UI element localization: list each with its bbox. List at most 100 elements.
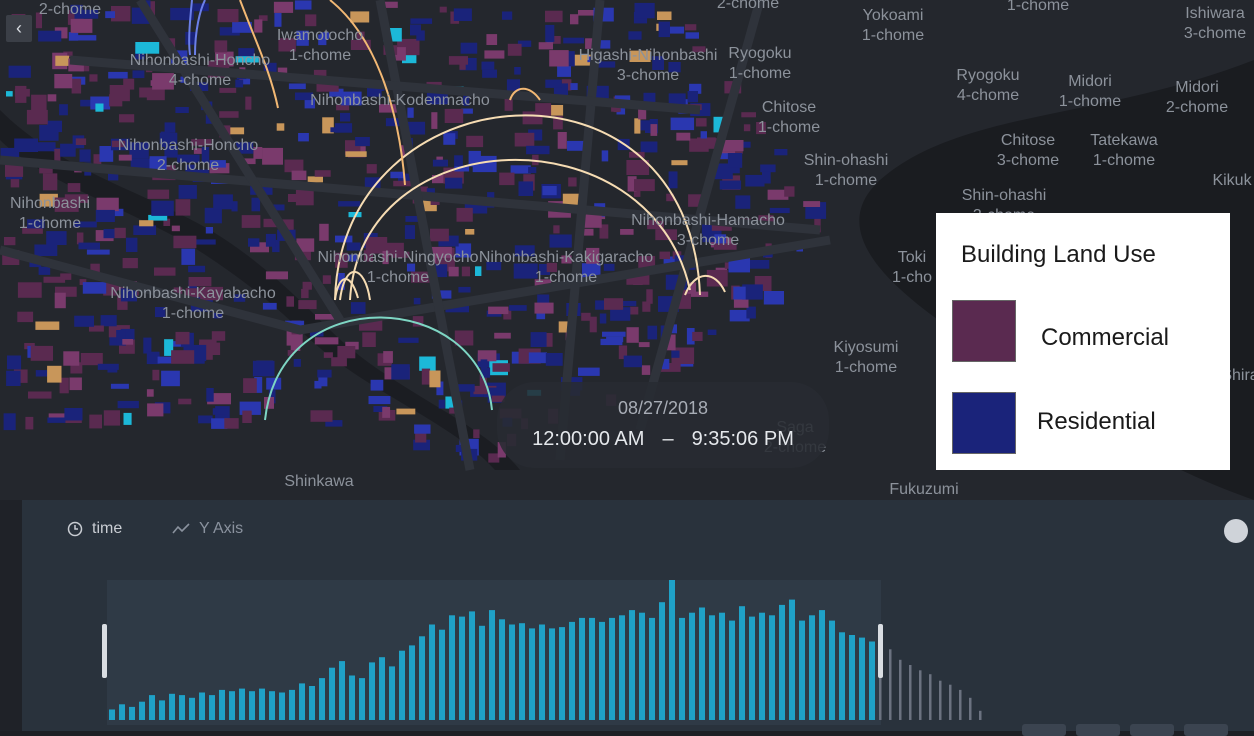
building-block [634,179,655,192]
histogram-bar [509,624,515,720]
histogram-bar [349,675,355,720]
building-block [97,363,119,370]
histogram-bar [439,629,445,720]
building-block [298,300,317,310]
line-chart-icon [172,523,190,534]
gear-icon[interactable] [1224,519,1248,543]
histogram-bar [249,691,255,720]
building-block [733,286,746,300]
histogram-bar [369,662,375,720]
histogram-bar [589,617,595,720]
building-block [684,24,697,31]
building-block [114,227,126,239]
building-block [54,74,73,89]
building-block [413,297,421,305]
playback-button-4[interactable] [1184,724,1228,736]
building-block [528,167,537,174]
time-separator: – [662,428,674,450]
building-block [416,30,425,41]
range-handle-left[interactable] [102,624,107,678]
building-block [641,365,651,375]
building-block [784,186,795,197]
playback-button-3[interactable] [1130,724,1174,736]
place-label: Shinkawa [284,473,353,490]
building-block [205,227,213,234]
building-block [538,42,553,50]
histogram-bar [949,684,952,720]
histogram-bar [849,635,855,720]
range-handle-right[interactable] [878,624,883,678]
time-histogram[interactable] [102,579,1002,725]
histogram-bar [299,683,305,720]
building-block [284,159,304,173]
building-block [345,151,367,157]
histogram-bar [929,674,932,720]
place-label: Kikuk [1212,172,1252,189]
building-block [288,83,306,90]
chevron-left-icon: ‹ [16,18,22,38]
building-block [460,42,478,54]
building-block [676,132,691,141]
building-block [298,133,309,142]
building-block [486,34,498,45]
building-block [774,149,788,156]
time-field-label: time [92,520,123,537]
building-block [171,350,195,364]
playback-button-2[interactable] [1076,724,1120,736]
building-block [620,229,634,235]
building-block [34,244,58,256]
histogram-bar [149,695,155,720]
histogram-bar [699,607,705,720]
place-label: 2-chome [39,1,101,18]
building-block [252,360,275,377]
building-block [638,109,647,120]
building-block [502,11,513,20]
building-block [161,370,180,387]
building-block [146,351,160,365]
histogram-bar [169,693,175,720]
playback-button-1[interactable] [1022,724,1066,736]
building-block [563,37,585,44]
building-block [217,9,239,23]
building-block [510,165,531,174]
building-block [727,153,743,168]
building-block [604,298,624,310]
histogram-bar [709,615,715,720]
building-block [188,265,206,273]
building-block [659,251,670,260]
building-block [319,223,329,241]
histogram-bar [159,700,165,720]
histogram-bar [679,617,685,720]
histogram-bar [779,604,785,720]
y-axis-selector[interactable]: Y Axis [172,520,243,538]
time-field-selector[interactable]: time [67,520,122,538]
histogram-bar [599,621,605,720]
building-block [396,408,416,415]
building-block [355,137,370,147]
building-block [626,327,639,343]
building-block [75,35,97,41]
building-block [473,429,480,439]
building-block [46,231,67,245]
building-block [276,123,285,131]
building-block [74,315,94,327]
histogram-bar [119,704,125,720]
histogram-bar [289,689,295,720]
building-block [78,242,100,250]
building-block [43,276,66,283]
building-block [14,88,30,97]
back-button[interactable]: ‹ [6,15,32,42]
building-block [175,199,191,216]
building-block [518,181,534,196]
building-block [152,369,160,381]
legend-swatch-residential [952,392,1016,454]
building-block [67,183,81,192]
building-block [331,357,347,367]
building-block [175,331,190,345]
building-block [69,377,82,391]
building-block [273,1,294,13]
building-block [431,112,438,129]
building-block [735,195,751,209]
building-block [570,83,578,90]
building-block [600,338,623,346]
